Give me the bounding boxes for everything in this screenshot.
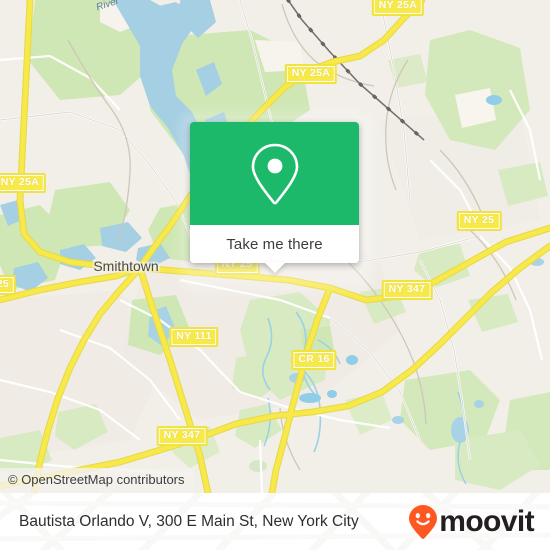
bottom-info-bar: Bautista Orlando V, 300 E Main St, New Y… xyxy=(0,493,550,550)
moovit-smiley-pin-icon xyxy=(409,504,438,539)
osm-attribution[interactable]: © OpenStreetMap contributors xyxy=(0,468,194,493)
moovit-map-screenshot: River Smithtown NY 25A NY 25A NY 25A NY … xyxy=(0,0,550,550)
popup-image-area xyxy=(190,122,359,225)
moovit-brand[interactable]: moovit xyxy=(408,504,535,540)
road-shield-ny25a-north[interactable]: NY 25A xyxy=(371,0,425,16)
location-popup-card[interactable]: Take me there xyxy=(190,122,359,273)
popup-action-bar[interactable]: Take me there xyxy=(190,225,359,273)
road-shield-cr16[interactable]: CR 16 xyxy=(291,350,337,370)
road-shield-ny111[interactable]: NY 111 xyxy=(169,327,219,347)
road-shield-ny25-east[interactable]: NY 25 xyxy=(456,211,502,231)
road-shield-25-west-edge[interactable]: 25 xyxy=(0,275,17,295)
take-me-there-label: Take me there xyxy=(226,235,323,253)
location-title: Bautista Orlando V, 300 E Main St, New Y… xyxy=(19,512,359,530)
moovit-wordmark: moovit xyxy=(439,504,534,538)
road-shield-ny25a-west[interactable]: NY 25A xyxy=(0,173,47,193)
popup-pointer-tip xyxy=(263,262,286,273)
road-shield-ny347-south[interactable]: NY 347 xyxy=(156,426,208,446)
road-shield-ny25a-mid[interactable]: NY 25A xyxy=(284,64,338,84)
road-shield-ny347-east[interactable]: NY 347 xyxy=(381,280,433,300)
location-pin-icon xyxy=(251,143,298,204)
